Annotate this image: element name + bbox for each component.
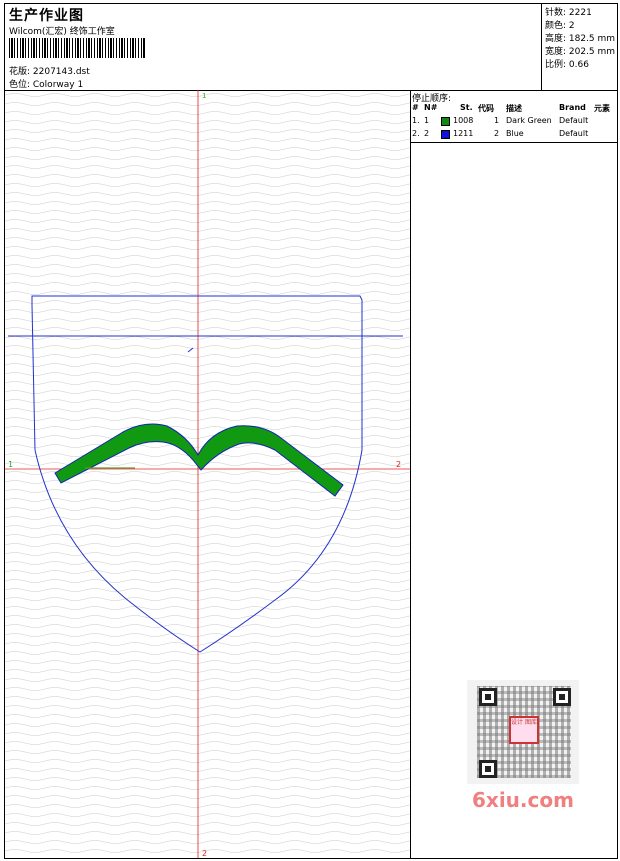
row-index: 2. — [412, 129, 420, 138]
embroidery-canvas: 1 2 1 2 — [5, 90, 410, 858]
axis-label-left: 1 — [8, 460, 13, 469]
design-scale: 比例: 0.66 — [545, 60, 589, 70]
design-width: 宽度: 202.5 mm — [545, 47, 616, 57]
barcode — [9, 38, 145, 58]
table-divider — [410, 142, 617, 143]
table-row: 2. 2 1211 2 Blue Default — [410, 128, 617, 141]
stitch-count: 针数: 2221 — [545, 8, 592, 18]
qr-eye-bottom-left — [479, 760, 497, 778]
row-stitches: 1008 — [453, 116, 474, 125]
row-stitches: 1211 — [453, 129, 474, 138]
qr-eye-top-right — [553, 688, 571, 706]
color-count: 颜色: 2 — [545, 21, 575, 31]
qr-eye-top-left — [479, 688, 497, 706]
table-header: # N# St. 代码 描述 Brand 元素 — [410, 102, 617, 115]
axis-label-bottom: 2 — [202, 849, 207, 858]
color-swatch-dark-green — [441, 117, 450, 126]
studio-name: Wilcom(汇宏) 终饰工作室 — [9, 27, 115, 37]
row-brand: Default — [559, 116, 589, 125]
design-file: 花版: 2207143.dst — [9, 67, 90, 77]
row-description: Blue — [506, 129, 524, 138]
row-code: 2 — [494, 129, 500, 138]
sheet-header: 生产作业图 Wilcom(汇宏) 终饰工作室 花版: 2207143.dst 色… — [5, 4, 617, 91]
qr-logo-badge: 设计 图库 — [509, 716, 539, 744]
col-header-brand: Brand — [559, 103, 586, 112]
col-header-needle: N# — [424, 103, 438, 112]
row-needle: 1 — [424, 116, 430, 125]
row-description: Dark Green — [506, 116, 552, 125]
axis-label-right: 2 — [396, 460, 401, 469]
design-stats: 针数: 2221 颜色: 2 高度: 182.5 mm 宽度: 202.5 mm… — [541, 4, 618, 90]
axis-label-top: 1 — [202, 92, 206, 100]
row-brand: Default — [559, 129, 589, 138]
col-header-description: 描述 — [506, 104, 522, 113]
site-watermark: 6xiu.com — [472, 788, 574, 812]
table-row: 1. 1 1008 1 Dark Green Default — [410, 115, 617, 128]
colorway: 色位: Colorway 1 — [9, 80, 84, 90]
design-height: 高度: 182.5 mm — [545, 34, 616, 44]
stop-sequence-table: # N# St. 代码 描述 Brand 元素 1. 1 1008 1 Dark… — [410, 102, 617, 141]
col-header-index: # — [412, 103, 419, 112]
qr-code: 设计 图库 — [467, 680, 579, 784]
col-header-stitches: St. — [460, 103, 473, 112]
row-code: 1 — [494, 116, 500, 125]
row-index: 1. — [412, 116, 420, 125]
col-header-code: 代码 — [478, 104, 494, 113]
color-swatch-blue — [441, 130, 450, 139]
col-header-element: 元素 — [594, 104, 610, 113]
design-preview: 1 2 1 2 — [5, 90, 411, 858]
sheet-title: 生产作业图 — [9, 8, 84, 24]
row-needle: 2 — [424, 129, 430, 138]
